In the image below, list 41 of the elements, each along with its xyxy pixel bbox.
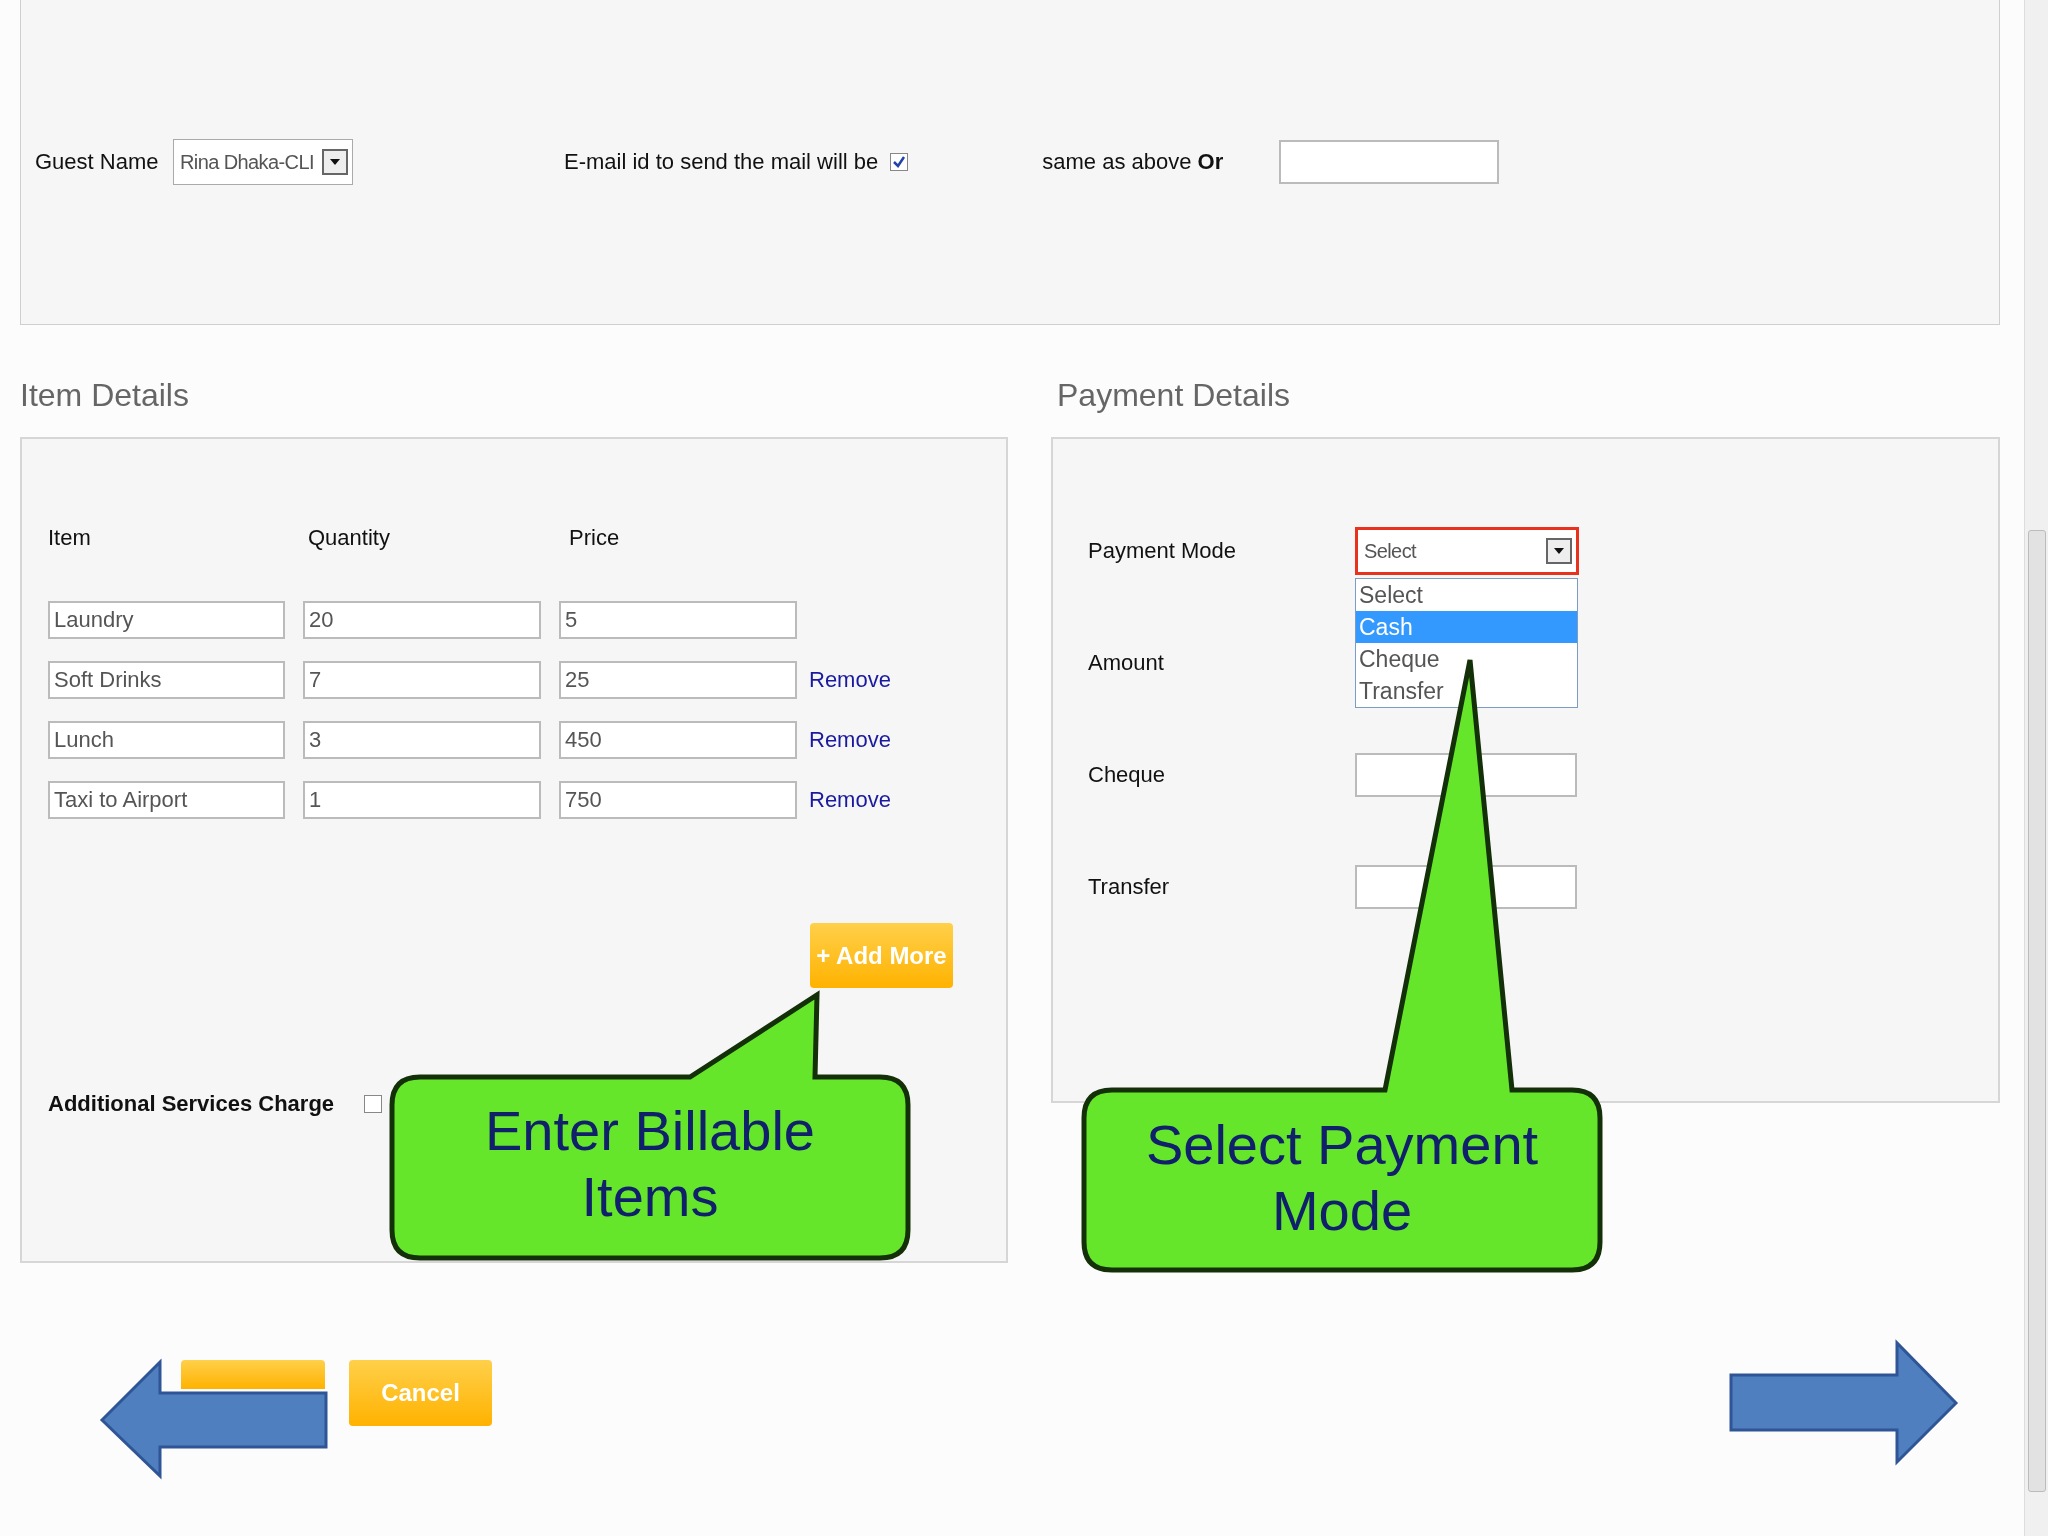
section-title: Item Details bbox=[20, 377, 190, 415]
column-header: Quantity bbox=[308, 525, 391, 551]
item-field[interactable]: Soft Drinks bbox=[48, 661, 285, 699]
next-arrow-icon[interactable] bbox=[1729, 1339, 1959, 1466]
payment-mode-select[interactable]: Select bbox=[1355, 527, 1579, 575]
field-label: E-mail id to send the mail will be bbox=[564, 149, 879, 175]
checkbox[interactable] bbox=[364, 1095, 383, 1113]
price-field[interactable]: 5 bbox=[559, 601, 797, 639]
field-label: Guest Name bbox=[35, 149, 160, 175]
field-label: Transfer bbox=[1088, 874, 1171, 900]
back-arrow-icon[interactable] bbox=[99, 1358, 328, 1480]
remove-link[interactable]: Remove bbox=[809, 787, 891, 813]
remove-link[interactable]: Remove bbox=[809, 667, 891, 693]
quantity-field[interactable]: 20 bbox=[303, 601, 541, 639]
item-field[interactable]: Taxi to Airport bbox=[48, 781, 285, 819]
field-label: Cheque bbox=[1088, 762, 1167, 788]
field-label: Additional Services Charge bbox=[48, 1091, 335, 1117]
quantity-field[interactable]: 7 bbox=[303, 661, 541, 699]
price-field[interactable]: 450 bbox=[559, 721, 797, 759]
item-field[interactable]: Lunch bbox=[48, 721, 285, 759]
caret-icon[interactable] bbox=[1546, 538, 1572, 564]
field-label: Payment Mode bbox=[1088, 538, 1237, 564]
callout-text: Select Payment Mode bbox=[1144, 1112, 1540, 1244]
callout-text: Enter Billable Items bbox=[484, 1098, 816, 1230]
price-field[interactable]: 25 bbox=[559, 661, 797, 699]
scrollbar-thumb[interactable] bbox=[2028, 530, 2046, 1492]
quantity-field[interactable]: 1 bbox=[303, 781, 541, 819]
email-field[interactable] bbox=[1279, 140, 1500, 184]
section-title: Payment Details bbox=[1056, 377, 1291, 415]
scrollbar[interactable] bbox=[2024, 0, 2048, 1536]
column-header: Item bbox=[48, 525, 92, 551]
column-header: Price bbox=[569, 525, 621, 551]
field-label: same as above Or bbox=[1042, 149, 1225, 175]
caret-icon[interactable] bbox=[322, 149, 348, 175]
field-label: Amount bbox=[1088, 650, 1165, 676]
price-field[interactable]: 750 bbox=[559, 781, 797, 819]
quantity-field[interactable]: 3 bbox=[303, 721, 541, 759]
item-field[interactable]: Laundry bbox=[48, 601, 285, 639]
checkbox[interactable] bbox=[890, 153, 909, 171]
guest-select[interactable]: Rina Dhaka-CLI bbox=[173, 139, 353, 185]
remove-link[interactable]: Remove bbox=[809, 727, 891, 753]
